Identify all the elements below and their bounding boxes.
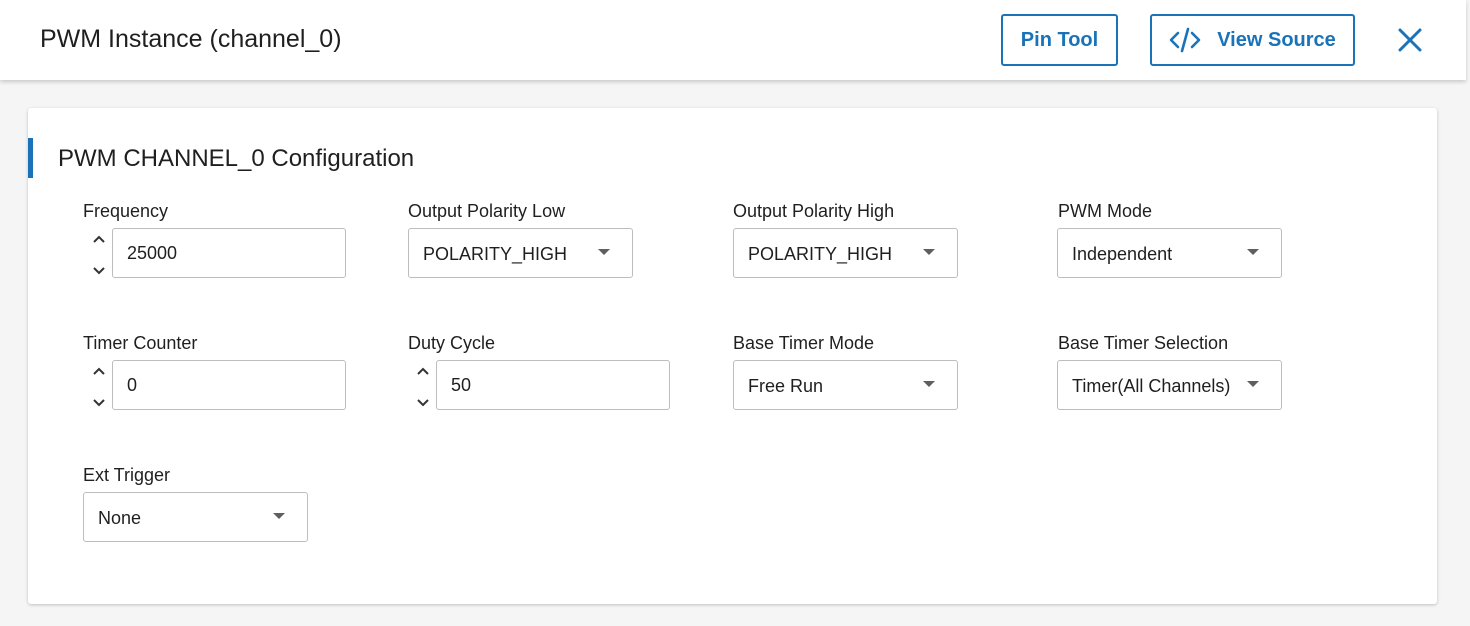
caret-down-icon (273, 513, 285, 519)
timer-counter-input[interactable] (112, 360, 346, 410)
frequency-label: Frequency (83, 201, 169, 221)
frequency-field (88, 228, 346, 278)
base-timer-selection-select[interactable]: Timer(All Channels) (1057, 360, 1282, 410)
chevron-up-icon[interactable] (415, 364, 431, 378)
base-timer-mode-select[interactable]: Free Run (733, 360, 958, 410)
pwm-mode-label: PWM Mode (1058, 201, 1153, 221)
chevron-down-icon[interactable] (91, 396, 107, 410)
output-polarity-high-select[interactable]: POLARITY_HIGH (733, 228, 958, 278)
output-polarity-low-select[interactable]: POLARITY_HIGH (408, 228, 633, 278)
caret-down-icon (598, 249, 610, 255)
timer-counter-stepper (88, 364, 110, 410)
chevron-down-icon[interactable] (91, 264, 107, 278)
base-timer-mode-label: Base Timer Mode (733, 333, 875, 353)
duty-cycle-label: Duty Cycle (408, 333, 496, 353)
frequency-stepper (88, 232, 110, 278)
base-timer-selection-value: Timer(All Channels) (1072, 376, 1231, 396)
code-icon (1169, 27, 1201, 53)
caret-down-icon (923, 381, 935, 387)
chevron-down-icon[interactable] (415, 396, 431, 410)
pin-tool-button[interactable]: Pin Tool (1001, 14, 1118, 66)
close-icon[interactable] (1396, 26, 1424, 54)
output-polarity-high-label: Output Polarity High (733, 201, 895, 221)
pwm-mode-select[interactable]: Independent (1057, 228, 1282, 278)
output-polarity-high-value: POLARITY_HIGH (748, 244, 893, 264)
ext-trigger-select[interactable]: None (83, 492, 308, 542)
output-polarity-low-label: Output Polarity Low (408, 201, 566, 221)
base-timer-selection-label: Base Timer Selection (1058, 333, 1229, 353)
timer-counter-label: Timer Counter (83, 333, 198, 353)
section-title: PWM CHANNEL_0 Configuration (58, 145, 415, 172)
duty-cycle-input[interactable] (436, 360, 670, 410)
frequency-input[interactable] (112, 228, 346, 278)
configuration-card: PWM CHANNEL_0 Configuration Frequency Ou… (28, 108, 1437, 604)
base-timer-mode-value: Free Run (748, 376, 824, 396)
chevron-up-icon[interactable] (91, 232, 107, 246)
duty-cycle-stepper (412, 364, 434, 410)
timer-counter-field (88, 360, 346, 410)
page-title: PWM Instance (channel_0) (40, 25, 342, 53)
header-bar: PWM Instance (channel_0) Pin Tool View S… (0, 0, 1466, 80)
pin-tool-button-label: Pin Tool (1020, 28, 1099, 51)
chevron-up-icon[interactable] (91, 364, 107, 378)
caret-down-icon (1247, 381, 1259, 387)
view-source-button[interactable]: View Source (1150, 14, 1355, 66)
section-accent-bar (28, 138, 33, 178)
duty-cycle-field (412, 360, 670, 410)
output-polarity-low-value: POLARITY_HIGH (423, 244, 568, 264)
pwm-mode-value: Independent (1072, 244, 1173, 264)
view-source-button-label: View Source (1217, 28, 1336, 51)
ext-trigger-value: None (98, 508, 142, 528)
caret-down-icon (1247, 249, 1259, 255)
caret-down-icon (923, 249, 935, 255)
ext-trigger-label: Ext Trigger (83, 465, 171, 485)
